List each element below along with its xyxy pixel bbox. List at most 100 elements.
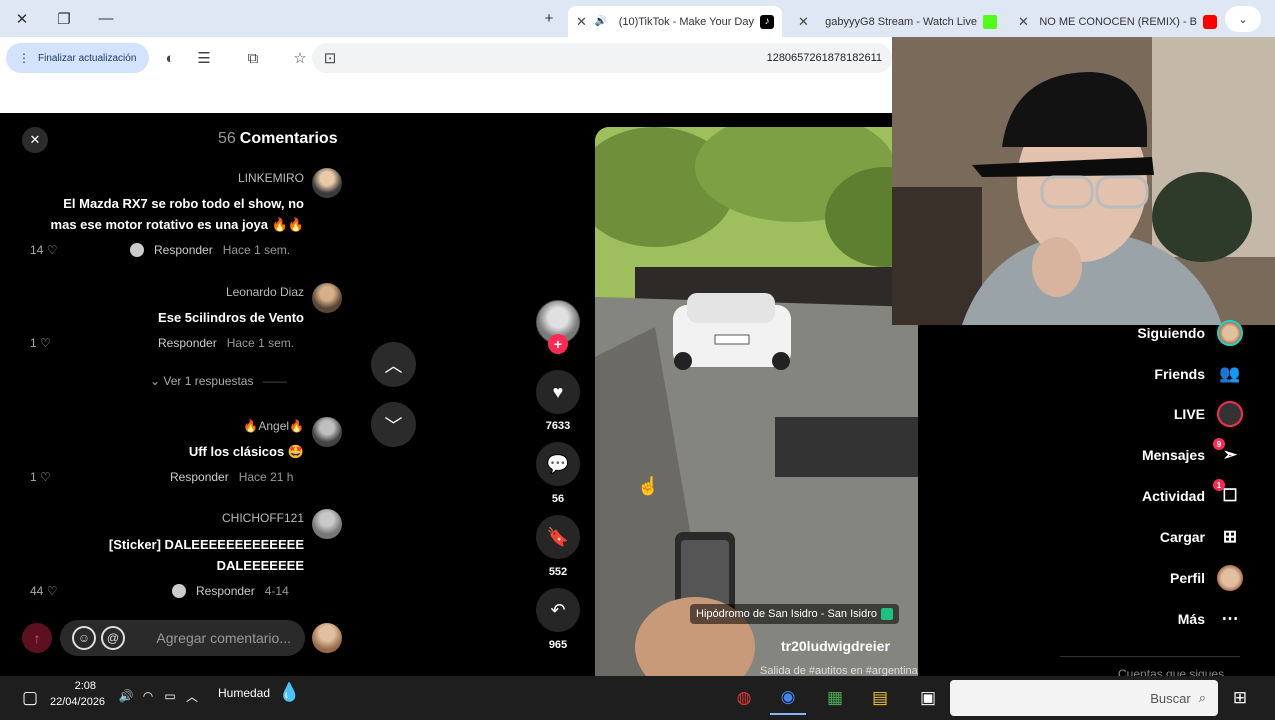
previous-video-button[interactable]: ︿: [371, 342, 416, 387]
chevron-up-icon[interactable]: ︿: [182, 682, 202, 710]
sidebar-item-activity[interactable]: Actividad ☐ 1: [1142, 479, 1243, 511]
finish-update-button[interactable]: ⋮ Finalizar actualización: [6, 43, 149, 73]
video-username[interactable]: tr20ludwigdreier: [781, 638, 890, 654]
comment-avatar[interactable]: [312, 509, 342, 539]
install-app-icon[interactable]: ⊡: [318, 46, 342, 70]
creator-liked-avatar-icon: [130, 243, 144, 257]
volume-icon[interactable]: 🔊: [116, 682, 136, 710]
streamer-webcam-image: [892, 37, 1275, 325]
sidebar-item-more[interactable]: Más ⋯: [1178, 604, 1243, 634]
view-replies-button[interactable]: ⌄ Ver 1 respuestas ——: [150, 374, 287, 388]
comment-button[interactable]: 💬: [536, 442, 580, 486]
share-count: 965: [548, 639, 568, 651]
heart-outline-icon: ♡: [40, 470, 51, 484]
comment-author[interactable]: 🔥Angel🔥: [200, 419, 304, 433]
tab-youtube[interactable]: ✕ NO ME CONOCEN (REMIX) - B: [1010, 6, 1225, 37]
creator-liked-avatar-icon: [172, 584, 186, 598]
sidebar-item-upload[interactable]: Cargar ⊞: [1160, 522, 1243, 552]
notifications-icon[interactable]: ▢: [12, 681, 48, 715]
comment-author[interactable]: LINKEMIRO: [200, 171, 304, 185]
reply-button[interactable]: Responder: [154, 243, 213, 257]
taskbar-clock[interactable]: 2:08 22/04/2026: [50, 678, 105, 710]
tab-tiktok[interactable]: ✕ 🔊 (10)TikTok - Make Your Day ♪: [568, 6, 782, 37]
tab-kick[interactable]: ✕ gabyyyG8 Stream - Watch Live: [790, 6, 1005, 37]
bookmark-star-icon[interactable]: ☆: [288, 46, 312, 70]
app-icon[interactable]: ▦: [817, 681, 853, 715]
send-comment-button[interactable]: ↑: [22, 623, 52, 653]
comment-text: [Sticker] DALEEEEEEEEEEEEE DALEEEEEEE: [108, 537, 304, 573]
audio-icon: 🔊: [594, 16, 608, 27]
comment-author[interactable]: Leonardo Diaz: [180, 285, 304, 299]
sidebar-item-following[interactable]: Siguiendo: [1137, 318, 1243, 348]
obs-icon[interactable]: ◍: [726, 681, 762, 715]
reply-button[interactable]: Responder: [196, 584, 255, 598]
profile-avatar-icon[interactable]: ◐: [158, 46, 182, 70]
video-player[interactable]: [595, 127, 918, 676]
sidebar-item-messages[interactable]: Mensajes ➣ 9: [1142, 438, 1243, 470]
comment-like-button[interactable]: 1 ♡: [30, 470, 51, 484]
close-icon[interactable]: ✕: [1018, 14, 1029, 30]
tab-search-icon[interactable]: ☰: [192, 46, 216, 70]
friends-icon: 👥: [1219, 364, 1241, 383]
reply-button[interactable]: Responder: [158, 336, 217, 350]
view-replies-label: Ver 1 respuestas: [163, 374, 254, 388]
reply-button[interactable]: Responder: [170, 470, 229, 484]
sidebar-item-label: Perfil: [1169, 570, 1205, 586]
share-button[interactable]: ↶: [536, 588, 580, 632]
sidebar-item-profile[interactable]: Perfil: [1170, 563, 1243, 593]
close-comments-button[interactable]: ✕: [22, 127, 48, 153]
webcam-overlay: [892, 37, 1275, 325]
comment-meta: Responder Hace 1 sem.: [158, 336, 294, 350]
address-bar[interactable]: 1280657261878182611: [312, 43, 892, 73]
mention-icon[interactable]: @: [101, 626, 125, 650]
location-tag[interactable]: Hipódromo de San Isidro - San Isidro: [690, 604, 899, 624]
comment-placeholder: Agregar comentario...: [156, 630, 291, 646]
comment-avatar[interactable]: [312, 417, 342, 447]
location-pin-icon: [880, 608, 893, 620]
window-minimize-button[interactable]: —: [84, 0, 128, 37]
comment-meta: Responder 4-14: [172, 584, 289, 598]
comment-author[interactable]: CHICHOFF121: [200, 511, 304, 525]
water-drop-icon: 💧: [278, 682, 301, 702]
comment-bubble-icon: 💬: [546, 453, 570, 474]
battery-icon[interactable]: ▭: [160, 682, 180, 710]
follow-button[interactable]: +: [548, 334, 568, 354]
tab-label: (10)TikTok - Make Your Day: [618, 15, 754, 28]
comment-avatar[interactable]: [312, 283, 342, 313]
comment-like-button[interactable]: 1 ♡: [30, 336, 51, 350]
task-view-icon[interactable]: ▣: [910, 681, 946, 715]
new-tab-button[interactable]: +: [527, 0, 571, 37]
comment-input[interactable]: Agregar comentario...: [60, 620, 305, 656]
close-icon[interactable]: ✕: [798, 14, 809, 30]
window-close-button[interactable]: ✕: [0, 0, 44, 37]
comment-text: Ese 5cilindros de Vento: [158, 310, 304, 325]
window-maximize-button[interactable]: ❐: [42, 0, 86, 37]
emoji-icon[interactable]: ☺: [72, 626, 96, 650]
taskbar-search[interactable]: Buscar ⌕: [950, 680, 1218, 716]
comment-like-button[interactable]: 44 ♡: [30, 584, 57, 598]
close-icon[interactable]: ✕: [576, 14, 587, 30]
extensions-icon[interactable]: ⧉: [241, 46, 265, 70]
save-button[interactable]: 🔖: [536, 515, 580, 559]
comments-title: 56 Comentarios: [218, 130, 338, 148]
sidebar-item-friends[interactable]: Friends 👥: [1154, 359, 1243, 389]
notification-badge: 9: [1213, 438, 1225, 450]
comment-meta: Responder Hace 21 h: [170, 470, 293, 484]
url-text: 1280657261878182611: [766, 52, 882, 64]
chevron-down-icon: ⌄: [150, 374, 161, 388]
comment-avatar[interactable]: [312, 168, 342, 198]
tab-search-button[interactable]: ⌄: [1225, 6, 1261, 32]
file-explorer-icon[interactable]: ▤: [862, 681, 898, 715]
weather-widget[interactable]: Humedad 💧: [218, 682, 300, 703]
tiktok-favicon-icon: ♪: [760, 14, 774, 29]
chrome-icon[interactable]: ◉: [770, 681, 806, 715]
start-button[interactable]: ⊞: [1222, 681, 1258, 715]
sidebar-item-label: Friends: [1154, 366, 1205, 382]
like-button[interactable]: ♥: [536, 370, 580, 414]
wifi-icon[interactable]: ◠: [138, 682, 158, 710]
heart-outline-icon: ♡: [46, 584, 58, 598]
comment-like-button[interactable]: 14 ♡: [30, 243, 57, 257]
comments-title-text: Comentarios: [239, 130, 338, 147]
next-video-button[interactable]: ﹀: [371, 402, 416, 447]
sidebar-item-live[interactable]: LIVE: [1174, 399, 1243, 429]
